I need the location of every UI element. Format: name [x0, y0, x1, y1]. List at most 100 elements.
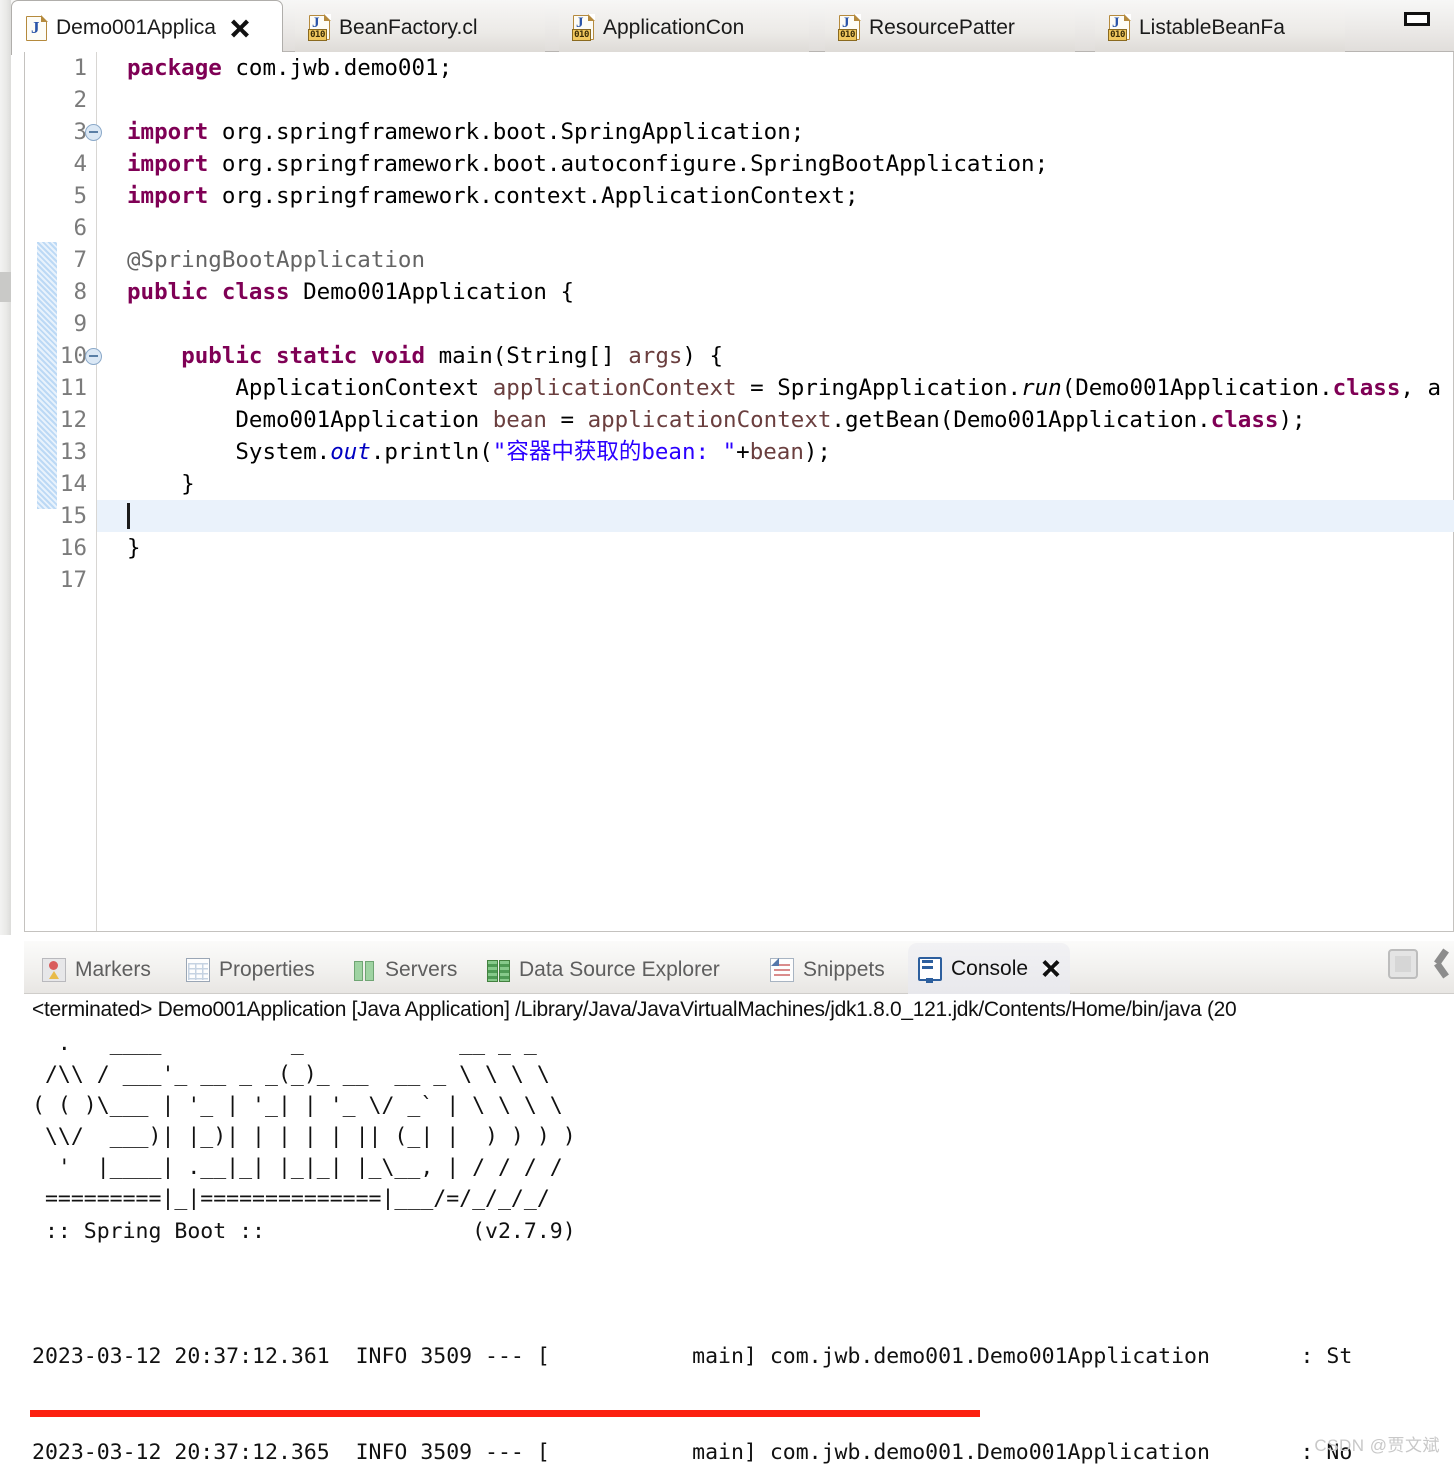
code-token: "	[492, 439, 507, 465]
line-number: 3	[73, 119, 87, 145]
code-line[interactable]: 12 Demo001Application bean = application…	[60, 404, 1454, 436]
code-line[interactable]: 16}	[60, 532, 1454, 564]
line-number: 13	[59, 439, 87, 465]
view-tab-label: Console	[951, 956, 1029, 980]
markers-icon	[42, 958, 66, 982]
editor-tab-listablebeanfactory[interactable]: 010 ListableBeanFa	[1095, 3, 1345, 52]
fold-collapse-icon[interactable]	[85, 348, 102, 365]
code-token: Demo001Application	[127, 407, 493, 433]
terminate-button[interactable]	[1388, 949, 1418, 979]
editor-tab-applicationcontext[interactable]: 010 ApplicationCon	[559, 3, 809, 52]
launch-config-line: <terminated> Demo001Application [Java Ap…	[32, 998, 1237, 1021]
code-token: bean	[749, 439, 804, 465]
class-file-icon: 010	[1108, 14, 1131, 41]
minimize-editor-button[interactable]	[1404, 12, 1430, 26]
editor-tab-demo001application[interactable]: Demo001Applica	[11, 0, 283, 55]
line-number: 2	[73, 87, 87, 113]
code-token: (Demo001Application.	[1061, 375, 1333, 401]
code-token: org.springframework.context.ApplicationC…	[221, 183, 859, 209]
class-file-icon: 010	[572, 14, 595, 41]
code-line[interactable]: 5 import org.springframework.context.Appl…	[73, 180, 1454, 212]
code-line[interactable]: 7 @SpringBootApplication	[73, 244, 1454, 276]
line-number: 16	[59, 535, 87, 561]
code-token: class	[1210, 407, 1279, 433]
source-editor[interactable]: 1 package com.jwb.demo001; 2 3 import org.sp…	[24, 52, 1454, 932]
code-line[interactable]: 15	[60, 500, 1454, 532]
spring-boot-banner: . ____ _ __ _ _ /\\ / ___'_ __ _ _(_)_ _…	[32, 1031, 576, 1211]
code-token: args	[628, 343, 683, 369]
view-tab-data-source-explorer[interactable]: Data Source Explorer	[476, 947, 730, 993]
line-number: 8	[73, 279, 87, 305]
code-token: bean	[492, 407, 547, 433]
code-token: public static void	[181, 343, 439, 369]
editor-tab-resourcepattern[interactable]: 010 ResourcePatter	[825, 3, 1075, 52]
code-content[interactable]: 1 package com.jwb.demo001; 2 3 import org.sp…	[60, 52, 1454, 931]
code-line[interactable]: 10 public static void main(String[] args…	[60, 340, 1454, 372]
view-tab-bar: Markers Properties Servers Data Source E…	[24, 941, 1454, 994]
line-number: 17	[59, 567, 87, 593]
line-number: 7	[73, 247, 87, 273]
code-token: = SpringApplication.	[736, 375, 1022, 401]
code-token: ApplicationContext	[127, 375, 493, 401]
left-rail-handle[interactable]	[0, 272, 11, 302]
code-token: .getBean(Demo001Application.	[831, 407, 1211, 433]
code-token: com.jwb.demo001;	[235, 55, 453, 81]
code-token: import	[127, 119, 222, 145]
editor-tab-beanfactory[interactable]: 010 BeanFactory.cl	[295, 3, 545, 52]
code-line[interactable]: 1 package com.jwb.demo001;	[73, 52, 1454, 84]
code-token: out	[330, 439, 371, 465]
view-tab-markers[interactable]: Markers	[32, 947, 161, 993]
snippets-icon	[770, 958, 794, 982]
code-token: System.	[127, 439, 331, 465]
code-line[interactable]: 14 }	[60, 468, 1454, 500]
remove-launch-icon[interactable]	[1430, 951, 1452, 977]
code-token: }	[127, 471, 195, 497]
line-number: 1	[73, 55, 87, 81]
view-tab-snippets[interactable]: Snippets	[760, 947, 895, 993]
code-token: public class	[127, 279, 304, 305]
code-line[interactable]: 8 public class Demo001Application {	[73, 276, 1454, 308]
code-token: =	[546, 407, 588, 433]
class-file-icon: 010	[308, 14, 331, 41]
close-icon[interactable]	[230, 19, 249, 38]
code-line[interactable]: 17	[60, 564, 1454, 596]
code-line[interactable]: 3 import org.springframework.boot.SpringA…	[73, 116, 1454, 148]
watermark: CSDN @贾文斌	[1314, 1436, 1440, 1455]
line-number: 4	[73, 151, 87, 177]
console-icon	[918, 956, 942, 983]
code-token: , a	[1400, 375, 1442, 401]
log-line: 2023-03-12 20:37:12.365 INFO 3509 --- [ …	[32, 1440, 1353, 1465]
code-line[interactable]: 13 System.out.println("容器中获取的bean: "+bea…	[60, 436, 1454, 468]
code-token: );	[803, 439, 831, 465]
line-number: 9	[73, 311, 87, 337]
view-tab-console[interactable]: Console	[908, 943, 1071, 994]
code-line[interactable]: 9	[73, 308, 1454, 340]
code-token: org.springframework.boot.autoconfigure.S…	[221, 151, 1049, 177]
code-token: main(String[]	[438, 343, 629, 369]
code-token: }	[127, 535, 141, 561]
code-line[interactable]: 6	[73, 212, 1454, 244]
code-line[interactable]: 4 import org.springframework.boot.autocon…	[73, 148, 1454, 180]
view-tab-label: Snippets	[803, 958, 885, 981]
line-number: 5	[73, 183, 87, 209]
code-line[interactable]: 2	[73, 84, 1454, 116]
close-icon[interactable]	[1042, 959, 1060, 977]
fold-collapse-icon[interactable]	[85, 124, 102, 141]
editor-tab-label: ApplicationCon	[603, 15, 745, 39]
code-token: 容器中获取的	[506, 439, 642, 465]
view-tab-label: Data Source Explorer	[519, 958, 720, 981]
code-line[interactable]: 11 ApplicationContext applicationContext…	[60, 372, 1454, 404]
view-tab-label: Properties	[219, 958, 315, 981]
java-file-icon	[26, 14, 48, 41]
view-tab-label: Servers	[385, 958, 458, 981]
code-token: +	[736, 439, 750, 465]
line-number: 15	[59, 503, 87, 529]
view-tab-servers[interactable]: Servers	[342, 947, 467, 993]
line-number: 14	[59, 471, 87, 497]
code-token: @SpringBootApplication	[127, 247, 426, 273]
view-tab-properties[interactable]: Properties	[176, 947, 325, 993]
code-token: Demo001Application {	[303, 279, 575, 305]
console-output[interactable]: <terminated> Demo001Application [Java Ap…	[24, 994, 1454, 1468]
red-underline-annotation	[30, 1410, 980, 1417]
